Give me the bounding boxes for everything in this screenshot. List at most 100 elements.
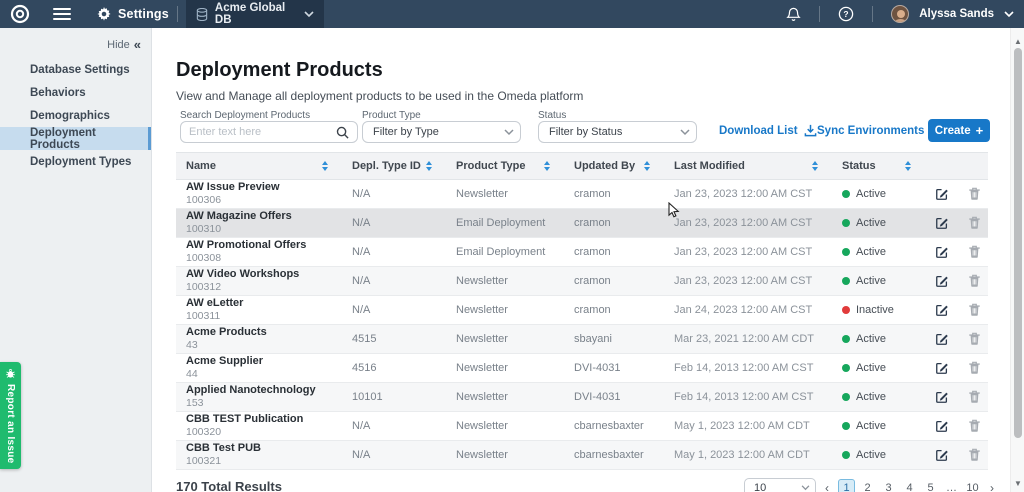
page-number[interactable]: 2 (859, 479, 876, 492)
status-dot (842, 277, 850, 285)
sidebar-item-database-settings[interactable]: Database Settings (0, 58, 151, 81)
scroll-up-arrow-icon[interactable]: ▲ (1011, 34, 1024, 48)
download-list-link[interactable]: Download List (719, 124, 817, 137)
prev-page-chevron[interactable]: ‹ (822, 481, 832, 492)
page-size-select[interactable]: 10 (744, 478, 816, 492)
search-field-label: Search Deployment Products (180, 110, 310, 121)
vertical-scrollbar[interactable]: ▲ ▼ (1010, 28, 1024, 492)
delete-icon[interactable] (968, 332, 981, 346)
omeda-logo-icon[interactable] (9, 3, 31, 25)
status-dot (842, 422, 850, 430)
table-row[interactable]: Acme Products 43 4515 Newsletter sbayani… (176, 325, 988, 354)
product-id: 43 (186, 339, 198, 352)
column-header-product-type[interactable]: Product Type (446, 153, 564, 179)
delete-icon[interactable] (968, 303, 981, 317)
help-icon[interactable]: ? (838, 6, 854, 22)
sort-icon[interactable] (905, 161, 911, 171)
sort-icon[interactable] (644, 161, 650, 171)
edit-icon[interactable] (935, 448, 949, 462)
chevron-down-icon (304, 11, 314, 18)
edit-icon[interactable] (935, 332, 949, 346)
table-row[interactable]: Acme Supplier 44 4516 Newsletter DVI-403… (176, 354, 988, 383)
table-row[interactable]: Applied Nanotechnology 153 10101 Newslet… (176, 383, 988, 412)
edit-icon[interactable] (935, 245, 949, 259)
table-row[interactable]: CBB TEST Publication 100320 N/A Newslett… (176, 412, 988, 441)
sort-icon[interactable] (812, 161, 818, 171)
hide-sidebar-button[interactable]: Hide « (107, 37, 141, 52)
page-number[interactable]: … (943, 479, 960, 492)
delete-icon[interactable] (968, 274, 981, 288)
search-input[interactable] (189, 126, 336, 138)
sidebar-item-label: Deployment Types (30, 156, 131, 168)
table-row[interactable]: CBB Test PUB 100321 N/A Newsletter cbarn… (176, 441, 988, 470)
settings-nav[interactable]: Settings (97, 7, 169, 21)
table-row[interactable]: AW Video Workshops 100312 N/A Newsletter… (176, 267, 988, 296)
scrollbar-thumb[interactable] (1014, 48, 1022, 438)
sort-icon[interactable] (322, 161, 328, 171)
chevron-down-icon (504, 129, 514, 136)
hamburger-menu-icon[interactable] (53, 8, 71, 20)
page-number[interactable]: 4 (901, 479, 918, 492)
sidebar-item-deployment-types[interactable]: Deployment Types (0, 150, 151, 173)
status-cell: Active (832, 383, 925, 411)
page-number[interactable]: 5 (922, 479, 939, 492)
product-type-cell: Email Deployment (446, 209, 564, 237)
delete-icon[interactable] (968, 245, 981, 259)
edit-icon[interactable] (935, 419, 949, 433)
edit-icon[interactable] (935, 274, 949, 288)
actions-cell (925, 441, 988, 469)
page-number[interactable]: 1 (838, 479, 855, 492)
sync-environments-link[interactable]: Sync Environments (817, 124, 944, 137)
column-header-updated-by[interactable]: Updated By (564, 153, 664, 179)
sort-icon[interactable] (544, 161, 550, 171)
report-issue-tab[interactable]: Report an Issue (0, 362, 21, 469)
page-number[interactable]: 3 (880, 479, 897, 492)
notifications-bell-icon[interactable] (786, 7, 801, 22)
last-modified-cell: Jan 24, 2023 12:00 AM CST (664, 296, 832, 324)
last-modified-cell: May 1, 2023 12:00 AM CDT (664, 412, 832, 440)
column-header-name[interactable]: Name (176, 153, 342, 179)
page-number[interactable]: 10 (964, 479, 981, 492)
column-header-last-modified[interactable]: Last Modified (664, 153, 832, 179)
status-filter-select[interactable]: Filter by Status (538, 121, 697, 143)
table-row[interactable]: AW eLetter 100311 N/A Newsletter cramon … (176, 296, 988, 325)
user-avatar[interactable] (891, 5, 909, 23)
sort-icon[interactable] (426, 161, 432, 171)
delete-icon[interactable] (968, 448, 981, 462)
column-header-status[interactable]: Status (832, 153, 925, 179)
status-label: Active (856, 420, 886, 432)
column-header-depl-type-id[interactable]: Depl. Type ID (342, 153, 446, 179)
svg-text:?: ? (844, 9, 849, 19)
create-button[interactable]: Create + (928, 119, 990, 142)
edit-icon[interactable] (935, 187, 949, 201)
scroll-down-arrow-icon[interactable]: ▼ (1011, 476, 1024, 490)
updated-by-cell: cramon (564, 180, 664, 208)
edit-icon[interactable] (935, 216, 949, 230)
chevron-down-icon (680, 129, 690, 136)
type-filter-select[interactable]: Filter by Type (362, 121, 521, 143)
delete-icon[interactable] (968, 361, 981, 375)
sidebar-item-label: Demographics (30, 110, 110, 122)
status-label: Inactive (856, 304, 894, 316)
table-row[interactable]: AW Issue Preview 100306 N/A Newsletter c… (176, 180, 988, 209)
search-input-wrapper (180, 121, 358, 143)
delete-icon[interactable] (968, 419, 981, 433)
table-row[interactable]: AW Promotional Offers 100308 N/A Email D… (176, 238, 988, 267)
next-page-chevron[interactable]: › (987, 481, 997, 492)
table-row[interactable]: AW Magazine Offers 100310 N/A Email Depl… (176, 209, 988, 238)
edit-icon[interactable] (935, 390, 949, 404)
search-icon[interactable] (336, 126, 349, 139)
database-selector[interactable]: Acme Global DB (186, 0, 324, 28)
sidebar-item-demographics[interactable]: Demographics (0, 104, 151, 127)
delete-icon[interactable] (968, 216, 981, 230)
sidebar-item-behaviors[interactable]: Behaviors (0, 81, 151, 104)
sidebar-item-deployment-products[interactable]: Deployment Products (0, 127, 151, 150)
edit-icon[interactable] (935, 361, 949, 375)
user-menu-chevron-icon[interactable] (1004, 11, 1014, 18)
delete-icon[interactable] (968, 187, 981, 201)
edit-icon[interactable] (935, 303, 949, 317)
delete-icon[interactable] (968, 390, 981, 404)
product-type-cell: Newsletter (446, 412, 564, 440)
depl-type-id-cell: N/A (342, 238, 446, 266)
create-button-label: Create (935, 125, 971, 137)
